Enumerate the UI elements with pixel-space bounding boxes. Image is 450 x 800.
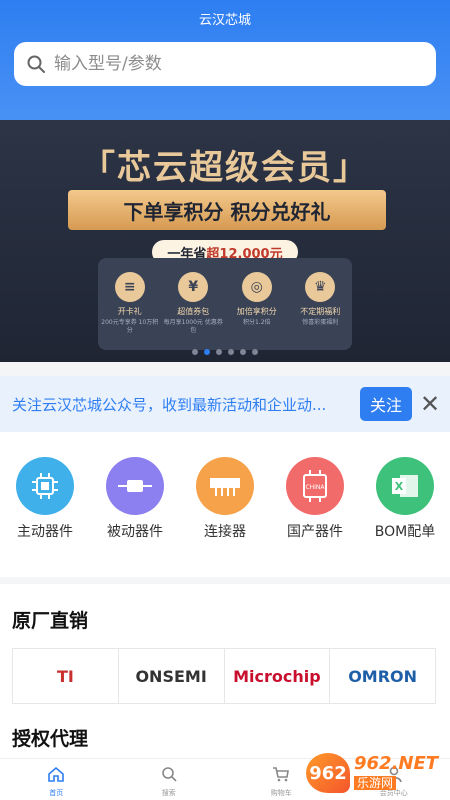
carousel-dot[interactable] xyxy=(228,349,234,355)
benefit-desc: 积分1.2倍 xyxy=(242,319,271,326)
section-title-agents: 授权代理 xyxy=(12,728,89,750)
brand-cell[interactable]: OMRON xyxy=(330,649,435,703)
brand-cell[interactable]: TI xyxy=(13,649,119,703)
benefit-title: 不定期福利 xyxy=(300,307,341,316)
connector-icon[interactable] xyxy=(196,457,254,515)
carousel-dot[interactable] xyxy=(192,349,198,355)
category-item[interactable]: X BOM配单 xyxy=(362,457,448,577)
top-header: 云汉芯城 xyxy=(0,0,450,125)
watermark-text: 962.NET 乐游网 xyxy=(354,752,439,792)
benefits-panel: ≡ 开卡礼 200元专享券 10万积分 ¥ 超值券包每月享1000元 优惠券包 ◎ 加倍享积… xyxy=(98,258,352,350)
carousel-dot[interactable] xyxy=(252,349,258,355)
membership-banner[interactable]: 「芯云超级会员」 下单享积分 积分兑好礼 一年省 超12,000元 ≡ 开卡礼 200… xyxy=(0,120,450,362)
watermark-domain: 962.NET xyxy=(354,752,439,774)
direct-sales-section: 原厂直销 TI ONSEMI Microchip OMRON xyxy=(0,578,450,728)
follow-button[interactable]: 关注 xyxy=(360,387,412,421)
benefit-item: ≡ 开卡礼 200元专享券 10万积分 xyxy=(100,272,160,350)
tab-home[interactable]: 首页 xyxy=(0,759,113,800)
search-icon xyxy=(27,55,45,73)
category-item[interactable]: 连接器 xyxy=(182,457,268,577)
ticket-icon: ¥ xyxy=(178,272,209,302)
category-item[interactable]: CHINA 国产器件 xyxy=(272,457,358,577)
benefit-item: ¥ 超值券包每月享1000元 优惠券包 xyxy=(163,272,223,350)
benefit-title: 超值券包 xyxy=(177,307,210,316)
coins-icon: ◎ xyxy=(241,272,272,302)
category-item[interactable]: 被动器件 xyxy=(92,457,178,577)
banner-ribbon: 下单享积分 积分兑好礼 xyxy=(68,190,386,230)
crown-icon: ♛ xyxy=(305,272,336,302)
category-label: BOM配单 xyxy=(374,524,436,540)
category-label: 被动器件 xyxy=(107,524,163,540)
carousel-dot[interactable] xyxy=(216,349,222,355)
resistor-icon[interactable] xyxy=(106,457,164,515)
benefit-desc: 惊喜彩蛋福利 xyxy=(302,319,339,326)
card-icon: ≡ xyxy=(114,272,145,302)
close-icon[interactable]: ✕ xyxy=(420,392,440,416)
category-grid: 主动器件 被动器件 连接器 CHINA 国产器件 X BOM配单 xyxy=(0,432,450,577)
watermark-site: 乐游网 xyxy=(354,775,397,790)
carousel-dots[interactable] xyxy=(192,349,258,355)
china-chip-icon[interactable]: CHINA xyxy=(286,457,344,515)
carousel-dot[interactable] xyxy=(204,349,210,355)
chip-icon[interactable] xyxy=(16,457,74,515)
category-label: 连接器 xyxy=(204,524,246,540)
brand-row: TI ONSEMI Microchip OMRON xyxy=(12,648,436,704)
home-icon xyxy=(0,765,113,787)
banner-title: 「芯云超级会员」 xyxy=(81,148,369,188)
watermark-badge: 962 xyxy=(306,753,350,793)
category-item[interactable]: 主动器件 xyxy=(2,457,88,577)
excel-icon[interactable]: X xyxy=(376,457,434,515)
category-label: 主动器件 xyxy=(17,524,73,540)
search-bar[interactable] xyxy=(14,42,436,86)
tab-search[interactable]: 搜索 xyxy=(113,759,226,800)
category-label: 国产器件 xyxy=(287,524,343,540)
banner-ribbon-text: 下单享积分 积分兑好礼 xyxy=(123,199,331,224)
benefit-desc: 200元专享券 10万积分 xyxy=(101,319,159,334)
app-title: 云汉芯城 xyxy=(198,13,251,28)
carousel-dot[interactable] xyxy=(240,349,246,355)
site-watermark: 962 962.NET 乐游网 xyxy=(306,748,446,798)
benefit-title: 开卡礼 xyxy=(117,307,142,316)
benefit-title: 加倍享积分 xyxy=(236,307,277,316)
section-title-direct: 原厂直销 xyxy=(12,610,89,632)
brand-cell[interactable]: Microchip xyxy=(225,649,331,703)
svg-text:CHINA: CHINA xyxy=(305,484,325,491)
search-input[interactable] xyxy=(54,54,414,74)
brand-cell[interactable]: ONSEMI xyxy=(119,649,225,703)
tab-label: 搜索 xyxy=(161,789,176,797)
benefit-item: ◎ 加倍享积分积分1.2倍 xyxy=(227,272,287,350)
search-icon xyxy=(113,765,226,787)
notice-text: 关注云汉芯城公众号，收到最新活动和企业动... xyxy=(12,395,327,414)
svg-text:X: X xyxy=(395,480,404,493)
benefit-item: ♛ 不定期福利惊喜彩蛋福利 xyxy=(290,272,350,350)
benefit-desc: 每月享1000元 优惠券包 xyxy=(163,319,223,334)
tab-label: 首页 xyxy=(49,789,64,797)
follow-notice-bar: 关注云汉芯城公众号，收到最新活动和企业动... 关注 ✕ xyxy=(0,376,450,432)
